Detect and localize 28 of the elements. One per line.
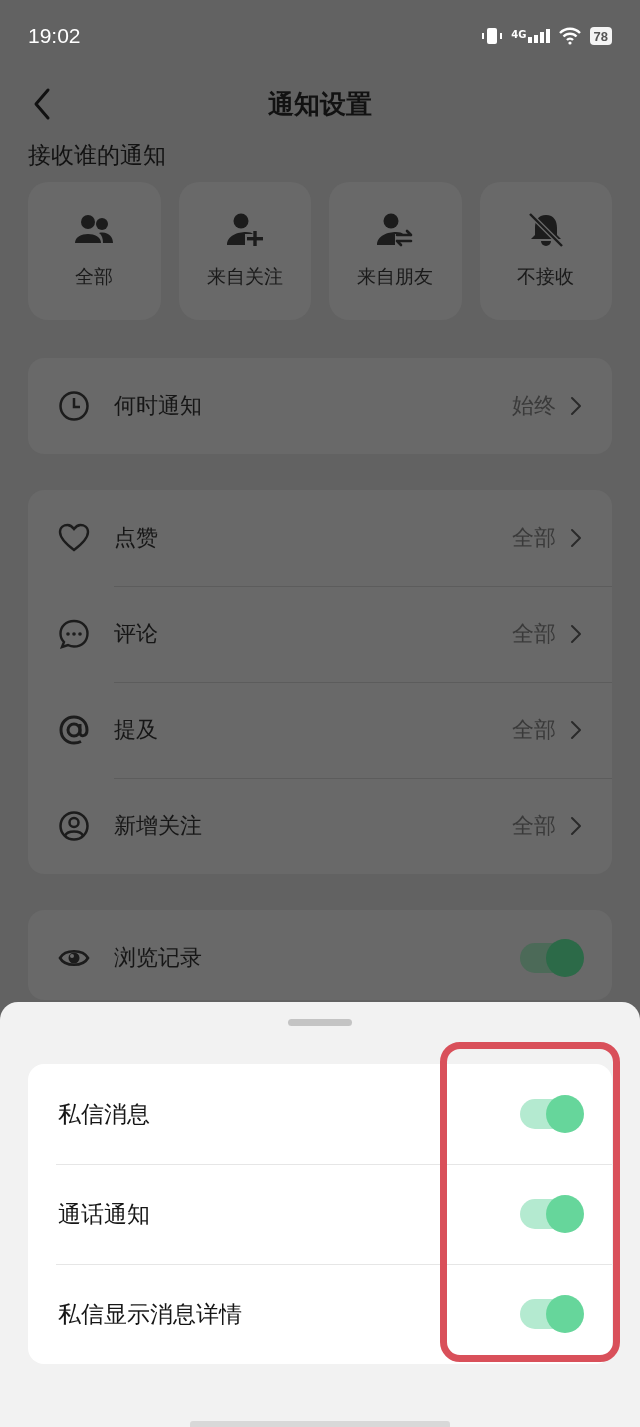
- setting-label: 私信显示消息详情: [58, 1299, 242, 1329]
- section-title: 接收谁的通知: [28, 141, 167, 170]
- person-plus-icon: [224, 212, 265, 248]
- clock-icon: [58, 390, 90, 422]
- person-circle-icon: [58, 810, 90, 842]
- wifi-icon: [557, 27, 582, 45]
- chat-bubble-icon: [58, 618, 90, 650]
- receive-option[interactable]: 来自朋友: [329, 182, 462, 320]
- receive-option[interactable]: 不接收: [479, 182, 612, 320]
- chevron-icon: [570, 624, 582, 644]
- vibrate-icon: [481, 26, 504, 46]
- at-sign-icon: [58, 714, 90, 746]
- chevron-icon: [570, 720, 582, 740]
- setting-label: 浏览记录: [114, 944, 203, 972]
- setting-label: 私信消息: [58, 1099, 150, 1129]
- signal-icon: [527, 29, 550, 43]
- chevron-icon: [570, 396, 582, 416]
- drag-handle[interactable]: [288, 1019, 352, 1026]
- setting-label: 通话通知: [58, 1199, 150, 1229]
- receive-option[interactable]: 全部: [28, 182, 161, 320]
- page-title: 通知设置: [268, 87, 372, 121]
- heart-icon: [58, 522, 90, 554]
- network-type: 4G: [511, 29, 527, 40]
- battery-indicator: 78: [589, 27, 612, 45]
- chevron-icon: [570, 528, 582, 548]
- chevron-icon: [570, 816, 582, 836]
- clock-time: 19:02: [28, 24, 81, 48]
- receive-option[interactable]: 来自关注: [178, 182, 311, 320]
